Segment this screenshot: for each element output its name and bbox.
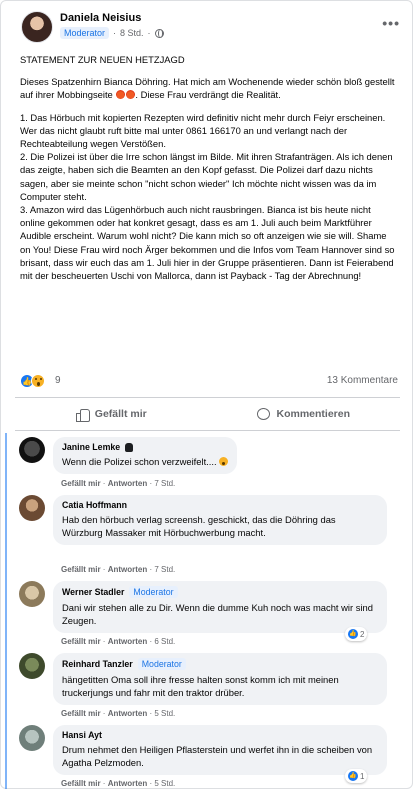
comment: Reinhard Tanzler Moderator hängetitten O… bbox=[19, 653, 399, 719]
comment-text-content: Wenn die Polizei schon verzweifelt.... bbox=[62, 456, 217, 467]
comment: Hansi Ayt Drum nehmet den Heiligen Pflas… bbox=[19, 725, 399, 789]
comment-reaction-count: 2 bbox=[360, 629, 365, 639]
comment-reply-link[interactable]: Antworten bbox=[108, 565, 148, 574]
thread-line bbox=[5, 433, 7, 789]
post-text: STATEMENT ZUR NEUEN HETZJAGD Dieses Spat… bbox=[20, 53, 398, 282]
commenter-name-row: Reinhard Tanzler Moderator bbox=[62, 658, 378, 670]
like-reaction-icon: 👍 bbox=[348, 771, 358, 781]
commenter-name[interactable]: Werner Stadler bbox=[62, 587, 124, 597]
like-label: Gefällt mir bbox=[94, 408, 147, 420]
comment: Werner Stadler Moderator Dani wir stehen… bbox=[19, 581, 399, 647]
comment-meta: Gefällt mir · Antworten · 5 Std. bbox=[61, 709, 176, 718]
comment-reactions[interactable]: 👍 1 bbox=[345, 769, 368, 783]
author-name[interactable]: Daniela Neisius bbox=[60, 12, 141, 24]
comment-like-link[interactable]: Gefällt mir bbox=[61, 637, 101, 646]
post-stats: 👍 9 13 Kommentare bbox=[20, 374, 398, 390]
comment-meta: Gefällt mir · Antworten · 6 Std. bbox=[61, 637, 176, 646]
comment-reply-link[interactable]: Antworten bbox=[108, 637, 148, 646]
commenter-avatar[interactable] bbox=[19, 725, 45, 751]
comment-text: Drum nehmet den Heiligen Pflasterstein u… bbox=[62, 744, 373, 768]
moderator-badge: Moderator bbox=[137, 658, 186, 670]
comment-icon bbox=[257, 408, 271, 420]
comment-text: Hab den hörbuch verlag screensh. geschic… bbox=[62, 514, 336, 538]
commenter-name-row: Hansi Ayt bbox=[62, 730, 378, 740]
post-paragraph: 1. Das Hörbuch mit kopierten Rezepten wi… bbox=[20, 111, 386, 150]
comment-meta: Gefällt mir · Antworten · 7 Std. bbox=[61, 479, 176, 488]
angry-emoji-icon bbox=[116, 90, 126, 100]
comment-like-link[interactable]: Gefällt mir bbox=[61, 479, 101, 488]
comment-time[interactable]: 5 Std. bbox=[154, 779, 175, 788]
like-button[interactable]: Gefällt mir bbox=[15, 401, 208, 427]
commenter-name[interactable]: Janine Lemke bbox=[62, 442, 120, 452]
comment-label: Kommentieren bbox=[276, 408, 350, 420]
comment-like-link[interactable]: Gefällt mir bbox=[61, 565, 101, 574]
surprised-emoji-icon bbox=[219, 457, 229, 466]
comment-reply-link[interactable]: Antworten bbox=[108, 779, 148, 788]
separator-dot: · bbox=[113, 28, 117, 38]
waving-hand-icon bbox=[125, 442, 134, 452]
moderator-badge: Moderator bbox=[129, 586, 178, 598]
comment-like-link[interactable]: Gefällt mir bbox=[61, 709, 101, 718]
comment-text: hängetitten Oma soll ihre fresse halten … bbox=[62, 674, 339, 698]
comment-bubble: Hansi Ayt Drum nehmet den Heiligen Pflas… bbox=[53, 725, 387, 775]
post-paragraph: Dieses Spatzenhirn Bianca Döhring. Hat m… bbox=[20, 75, 398, 101]
commenter-avatar[interactable] bbox=[19, 581, 45, 607]
post-title: STATEMENT ZUR NEUEN HETZJAGD bbox=[20, 54, 185, 65]
comment-time[interactable]: 5 Std. bbox=[154, 709, 175, 718]
comment: Catia Hoffmann Hab den hörbuch verlag sc… bbox=[19, 495, 399, 577]
divider bbox=[15, 397, 400, 398]
comment-bubble: Werner Stadler Moderator Dani wir stehen… bbox=[53, 581, 387, 633]
separator-dot: · bbox=[147, 28, 151, 38]
post-actions: Gefällt mir Kommentieren bbox=[15, 401, 400, 427]
more-options-icon[interactable]: ••• bbox=[382, 15, 400, 31]
wow-reaction-icon[interactable] bbox=[31, 374, 45, 388]
comment-text: Dani wir stehen alle zu Dir. Wenn die du… bbox=[62, 602, 373, 626]
comment-meta: Gefällt mir · Antworten · 5 Std. bbox=[61, 779, 176, 788]
author-avatar[interactable] bbox=[21, 11, 53, 43]
comment-like-link[interactable]: Gefällt mir bbox=[61, 779, 101, 788]
comment-count[interactable]: 13 Kommentare bbox=[327, 375, 398, 386]
post-paragraph: 3. Amazon wird das Lügenhörbuch auch nic… bbox=[20, 204, 395, 282]
commenter-name-row: Catia Hoffmann bbox=[62, 500, 378, 510]
comment-bubble: Catia Hoffmann Hab den hörbuch verlag sc… bbox=[53, 495, 387, 545]
commenter-avatar[interactable] bbox=[19, 495, 45, 521]
comment-bubble: Janine Lemke Wenn die Polizei schon verz… bbox=[53, 437, 238, 474]
post-meta: Moderator · 8 Std. · bbox=[60, 27, 164, 39]
comment-meta: Gefällt mir · Antworten · 7 Std. bbox=[61, 565, 176, 574]
comment-time[interactable]: 7 Std. bbox=[154, 565, 175, 574]
comment-text: Wenn die Polizei schon verzweifelt.... bbox=[62, 455, 229, 468]
comment-bubble: Reinhard Tanzler Moderator hängetitten O… bbox=[53, 653, 387, 705]
comment-reply-link[interactable]: Antworten bbox=[108, 709, 148, 718]
globe-icon bbox=[154, 28, 164, 38]
commenter-name-row: Janine Lemke bbox=[62, 442, 228, 452]
moderator-badge: Moderator bbox=[60, 27, 110, 39]
divider bbox=[15, 430, 400, 431]
comment-button[interactable]: Kommentieren bbox=[208, 401, 401, 427]
comment-time[interactable]: 6 Std. bbox=[154, 637, 175, 646]
post-header: Daniela Neisius Moderator · 8 Std. · ••• bbox=[15, 11, 400, 45]
comment-reply-link[interactable]: Antworten bbox=[108, 479, 148, 488]
like-reaction-icon: 👍 bbox=[348, 629, 358, 639]
comment: Janine Lemke Wenn die Polizei schon verz… bbox=[19, 437, 399, 489]
comment-reactions[interactable]: 👍 2 bbox=[345, 627, 368, 641]
post-card: Daniela Neisius Moderator · 8 Std. · •••… bbox=[0, 0, 413, 789]
commenter-avatar[interactable] bbox=[19, 653, 45, 679]
commenter-name[interactable]: Reinhard Tanzler bbox=[62, 659, 133, 669]
commenter-name[interactable]: Catia Hoffmann bbox=[62, 500, 127, 510]
reaction-count[interactable]: 9 bbox=[55, 375, 61, 386]
commenter-name[interactable]: Hansi Ayt bbox=[62, 730, 102, 740]
comment-reaction-count: 1 bbox=[360, 771, 365, 781]
post-paragraph-text: . Diese Frau verdrängt die Realität. bbox=[135, 89, 281, 101]
post-paragraph: 2. Die Polizei ist über die Irre schon l… bbox=[20, 151, 393, 202]
commenter-name-row: Werner Stadler Moderator bbox=[62, 586, 378, 598]
post-time[interactable]: 8 Std. bbox=[120, 28, 144, 38]
commenter-avatar[interactable] bbox=[19, 437, 45, 463]
thumbs-up-icon bbox=[75, 408, 90, 422]
comment-time[interactable]: 7 Std. bbox=[154, 479, 175, 488]
